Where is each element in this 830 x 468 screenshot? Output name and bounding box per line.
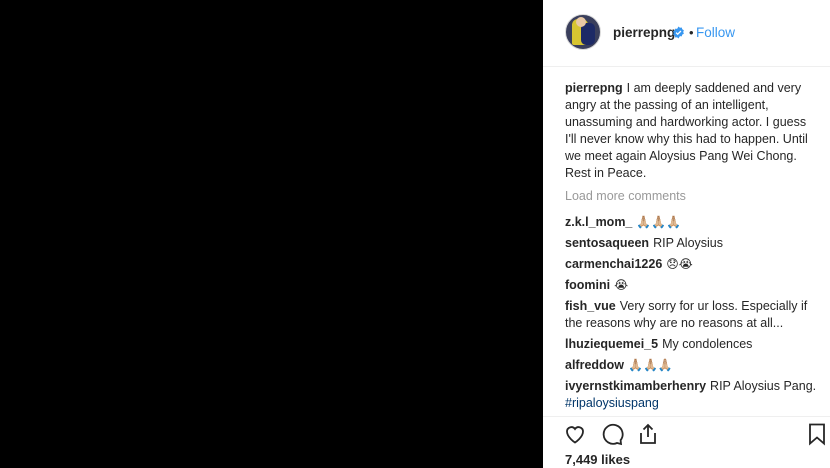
comments-list: pierrepng I am deeply saddened and very a… <box>565 80 817 416</box>
comment-item: fish_vue Very sorry for ur loss. Especial… <box>565 298 817 332</box>
post-side-panel: pierrepng • Follow pierrepng I am deeply … <box>543 0 830 468</box>
likes-count[interactable]: 7,449 likes <box>565 452 630 467</box>
hashtag-link[interactable]: #ripaloysiuspang <box>565 396 659 410</box>
post-media[interactable] <box>0 0 543 468</box>
post-caption: pierrepng I am deeply saddened and very a… <box>565 80 817 182</box>
caption-username[interactable]: pierrepng <box>565 81 623 95</box>
comment-item: sentosaqueen RIP Aloysius <box>565 235 817 252</box>
comment-username[interactable]: alfreddow <box>565 358 624 372</box>
comment-item: lhuziequemei_5 My condolences <box>565 336 817 353</box>
comment-item: z.k.l_mom_ 🙏🏼🙏🏼🙏🏼 <box>565 214 817 231</box>
load-more-comments-button[interactable]: Load more comments <box>565 188 817 205</box>
avatar[interactable] <box>565 14 601 50</box>
comment-username[interactable]: lhuziequemei_5 <box>565 337 658 351</box>
comment-item: ivyernstkimamberhenry RIP Aloysius Pang. … <box>565 378 817 412</box>
follow-button[interactable]: Follow <box>696 25 735 40</box>
comment-text: 😭 <box>614 278 629 292</box>
heart-icon[interactable] <box>563 422 587 446</box>
comment-item: foomini 😭 <box>565 277 817 294</box>
post-header: pierrepng • Follow <box>543 0 830 67</box>
comment-text: RIP Aloysius Pang. <box>710 379 817 393</box>
comment-username[interactable]: ivyernstkimamberhenry <box>565 379 706 393</box>
share-icon[interactable] <box>636 422 660 446</box>
comment-item: alfreddow 🙏🏼🙏🏼🙏🏼 <box>565 357 817 374</box>
comment-item: carmenchai1226 😞😭 <box>565 256 817 273</box>
comment-text: My condolences <box>662 337 753 351</box>
comment-bubble-icon[interactable] <box>600 422 624 446</box>
bookmark-icon[interactable] <box>805 422 829 446</box>
comment-text: RIP Aloysius <box>653 236 724 250</box>
comment-username[interactable]: carmenchai1226 <box>565 257 662 271</box>
action-bar <box>543 416 830 451</box>
comment-text: 🙏🏼🙏🏼🙏🏼 <box>636 215 682 229</box>
comment-username[interactable]: foomini <box>565 278 610 292</box>
verified-badge-icon <box>673 26 684 39</box>
comment-text: 😞😭 <box>666 257 693 271</box>
comment-username[interactable]: fish_vue <box>565 299 616 313</box>
separator-dot: • <box>689 25 694 40</box>
caption-text: I am deeply saddened and very angry at t… <box>565 81 808 180</box>
comment-text: 🙏🏼🙏🏼🙏🏼 <box>628 358 673 372</box>
header-username[interactable]: pierrepng <box>613 25 675 40</box>
comment-username[interactable]: sentosaqueen <box>565 236 649 250</box>
comment-username[interactable]: z.k.l_mom_ <box>565 215 632 229</box>
